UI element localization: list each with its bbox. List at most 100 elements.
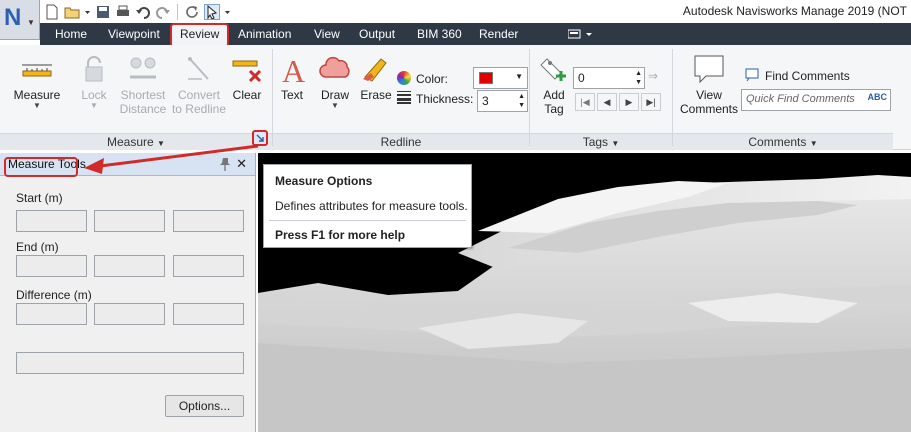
- chevron-down-icon[interactable]: ▼: [157, 139, 165, 148]
- view-comments-label-2: Comments: [679, 102, 738, 116]
- quick-find-comments-input[interactable]: Quick Find Comments ABC: [741, 89, 891, 111]
- thickness-stepper[interactable]: 3 ▲ ▼: [477, 90, 528, 112]
- open-icon[interactable]: [64, 4, 80, 20]
- tooltip-title: Measure Options: [275, 174, 373, 188]
- measure-options-tooltip: Measure Options Defines attributes for m…: [263, 164, 472, 248]
- first-tag-button[interactable]: |◀: [575, 93, 595, 111]
- color-wheel-icon: [397, 71, 411, 85]
- redline-text-button[interactable]: A Text: [277, 53, 307, 102]
- difference-z-field[interactable]: [173, 303, 244, 325]
- tab-viewpoint[interactable]: Viewpoint: [108, 23, 160, 45]
- convert-label-1: Convert: [177, 88, 221, 102]
- tab-view[interactable]: View: [314, 23, 340, 45]
- toolbar-separator: [177, 3, 178, 20]
- measure-options-launcher-icon[interactable]: [252, 130, 268, 146]
- ribbon-display-options-icon[interactable]: [567, 27, 602, 41]
- end-z-field[interactable]: [173, 255, 244, 277]
- tag-number-stepper[interactable]: 0 ▲ ▼: [573, 67, 645, 89]
- start-x-field[interactable]: [16, 210, 87, 232]
- title-bar: Autodesk Navisworks Manage 2019 (NOT: [0, 0, 911, 23]
- redline-panel: A Text Draw ▼ Erase Color: ▼ Thickness: …: [273, 45, 529, 150]
- color-label: Color:: [416, 72, 449, 86]
- tab-animation[interactable]: Animation: [238, 23, 291, 45]
- undo-icon[interactable]: [135, 4, 151, 20]
- chevron-down-icon: ▼: [331, 101, 339, 110]
- options-button[interactable]: Options...: [165, 395, 244, 417]
- text-label: Text: [280, 88, 303, 102]
- redline-draw-button[interactable]: Draw ▼: [317, 53, 353, 110]
- end-x-field[interactable]: [16, 255, 87, 277]
- difference-label: Difference (m): [16, 288, 92, 302]
- measure-panel-title: Measure: [107, 135, 154, 149]
- measure-button[interactable]: Measure ▼: [12, 53, 62, 110]
- new-icon[interactable]: [44, 4, 60, 20]
- close-icon[interactable]: ✕: [236, 156, 247, 172]
- thickness-icon: [397, 91, 411, 104]
- measure-panel: Measure ▼ Lock ▼ Shortest Distance Conve…: [0, 45, 272, 150]
- save-icon[interactable]: [95, 4, 111, 20]
- tab-output[interactable]: Output: [359, 23, 395, 45]
- chevron-down-icon[interactable]: [224, 4, 231, 20]
- find-comments-button[interactable]: Find Comments: [745, 68, 850, 83]
- tag-number-value: 0: [578, 71, 585, 85]
- ribbon: Measure ▼ Lock ▼ Shortest Distance Conve…: [0, 45, 911, 150]
- clear-button[interactable]: Clear: [230, 53, 264, 102]
- pin-icon[interactable]: [219, 157, 231, 171]
- tooltip-divider: [269, 220, 466, 221]
- start-z-field[interactable]: [173, 210, 244, 232]
- difference-x-field[interactable]: [16, 303, 87, 325]
- comments-panel-footer: Comments ▼: [673, 133, 893, 150]
- svg-text:A: A: [282, 53, 305, 85]
- measure-panel-footer: Measure ▼: [0, 133, 272, 150]
- clear-label: Clear: [232, 88, 262, 102]
- quick-access-toolbar: [44, 1, 231, 22]
- chevron-down-icon[interactable]: ▼: [810, 139, 818, 148]
- ribbon-tab-bar: Home Viewpoint Review Animation View Out…: [40, 23, 911, 48]
- redo-icon[interactable]: [155, 4, 171, 20]
- refresh-icon[interactable]: [184, 4, 200, 20]
- next-tag-button[interactable]: ▶: [619, 93, 639, 111]
- shortest-distance-icon: [126, 53, 160, 85]
- app-logo-letter: N: [4, 4, 22, 31]
- tab-home[interactable]: Home: [55, 23, 87, 45]
- chevron-down-icon[interactable]: ▼: [611, 139, 619, 148]
- previous-tag-button[interactable]: ◀: [597, 93, 617, 111]
- shortest-label-1: Shortest: [120, 88, 166, 102]
- distance-field[interactable]: [16, 352, 244, 374]
- measure-label: Measure: [13, 88, 61, 102]
- erase-label: Erase: [360, 88, 392, 102]
- view-comments-button[interactable]: View Comments: [677, 53, 741, 116]
- add-tag-label-2: Tag: [544, 102, 564, 116]
- print-icon[interactable]: [115, 4, 131, 20]
- convert-to-redline-button[interactable]: Convert to Redline: [170, 53, 228, 116]
- start-label: Start (m): [16, 191, 63, 205]
- select-icon[interactable]: [204, 3, 220, 20]
- difference-y-field[interactable]: [94, 303, 165, 325]
- application-menu-button[interactable]: N ▼: [0, 0, 40, 40]
- lock-icon: [77, 53, 111, 85]
- chevron-down-icon: ▼: [90, 101, 98, 110]
- tab-render[interactable]: Render: [479, 23, 518, 45]
- quick-find-placeholder: Quick Find Comments: [746, 93, 855, 105]
- draw-label: Draw: [320, 88, 349, 102]
- go-to-tag-icon[interactable]: ⇒: [648, 69, 658, 83]
- start-y-field[interactable]: [94, 210, 165, 232]
- comments-panel-title: Comments: [748, 135, 807, 149]
- eraser-icon: [359, 53, 393, 85]
- add-tag-button[interactable]: Add Tag: [536, 53, 572, 116]
- redline-erase-button[interactable]: Erase: [359, 53, 393, 102]
- shortest-label-2: Distance: [119, 102, 167, 116]
- tab-bim-360[interactable]: BIM 360: [417, 23, 462, 45]
- text-a-icon: A: [277, 53, 311, 89]
- color-picker[interactable]: ▼: [473, 67, 528, 89]
- last-tag-button[interactable]: ▶|: [641, 93, 661, 111]
- measure-tools-title: Measure Tools: [8, 157, 86, 171]
- tooltip-help: Press F1 for more help: [275, 228, 406, 242]
- lock-button[interactable]: Lock ▼: [76, 53, 112, 110]
- speech-bubble-icon: [692, 53, 726, 85]
- shortest-distance-button[interactable]: Shortest Distance: [118, 53, 168, 116]
- tags-panel-title: Tags: [582, 135, 609, 149]
- end-y-field[interactable]: [94, 255, 165, 277]
- chevron-down-icon[interactable]: [84, 4, 91, 20]
- chevron-down-icon: ▼: [27, 18, 35, 27]
